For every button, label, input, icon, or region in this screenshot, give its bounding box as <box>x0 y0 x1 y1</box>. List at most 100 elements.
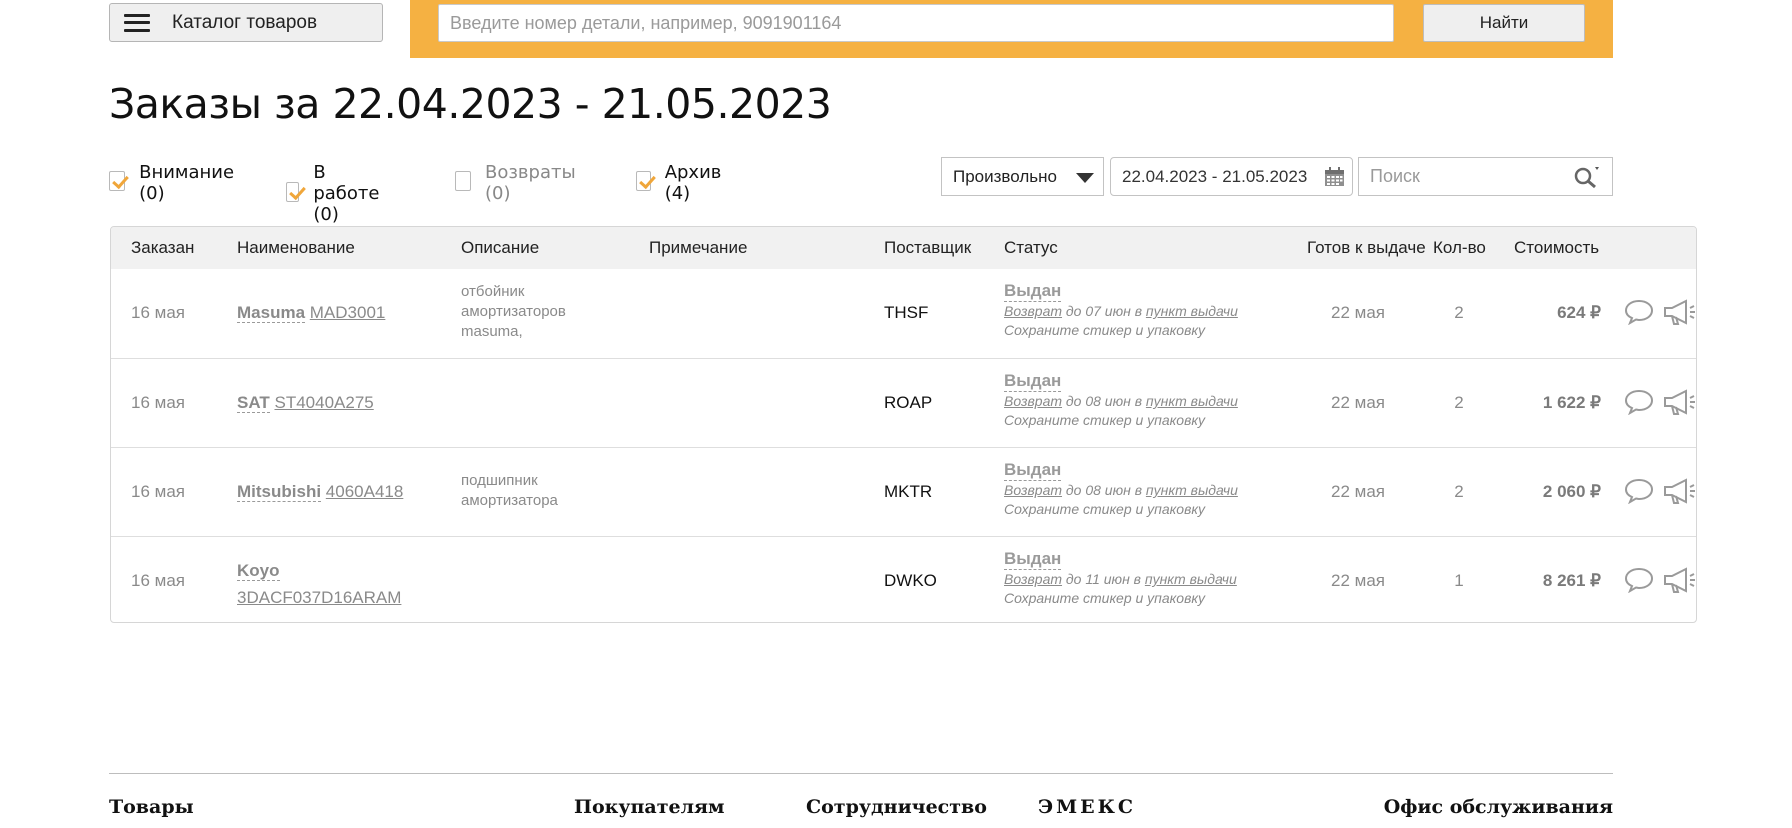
return-link[interactable]: Возврат <box>1004 482 1062 498</box>
column-price[interactable]: Стоимость <box>1514 238 1599 258</box>
filter-attention-label: Внимание (0) <box>139 162 235 204</box>
filter-in-work-checkbox[interactable] <box>286 181 300 202</box>
column-ordered[interactable]: Заказан <box>131 238 194 258</box>
sticker-note: Сохраните стикер и упаковку <box>1004 322 1205 338</box>
filter-archive[interactable]: Архив (4) <box>636 162 727 204</box>
chat-bubble-icon[interactable] <box>1624 567 1654 593</box>
sticker-note: Сохраните стикер и упаковку <box>1004 412 1205 428</box>
filter-in-work-label: В работе (0) <box>313 162 380 225</box>
item-description: отбойник амортизаторов masuma, <box>461 282 601 342</box>
filter-attention-checkbox[interactable] <box>109 171 126 191</box>
item-description: подшипник амортизатора <box>461 471 601 511</box>
filter-returns-label: Возвраты (0) <box>484 162 576 204</box>
find-button[interactable]: Найти <box>1423 4 1585 42</box>
price: 8 261 ₽ <box>1542 571 1601 590</box>
quantity: 2 <box>1454 482 1464 501</box>
catalog-button[interactable]: Каталог товаров <box>109 3 383 42</box>
ready-date: 22 мая <box>1331 393 1385 412</box>
filter-returns[interactable]: Возвраты (0) <box>455 162 580 204</box>
pickup-point-link[interactable]: пункт выдачи <box>1146 482 1238 498</box>
megaphone-icon[interactable] <box>1662 298 1696 326</box>
footer-goods[interactable]: Товары <box>109 796 194 818</box>
item-name: SAT ST4040A275 <box>237 393 374 413</box>
column-note[interactable]: Примечание <box>649 238 747 258</box>
catalog-button-label: Каталог товаров <box>172 11 318 33</box>
supplier: MKTR <box>884 482 933 501</box>
footer-service-office[interactable]: Офис обслуживания <box>1384 796 1613 818</box>
chat-bubble-icon[interactable] <box>1624 389 1654 415</box>
megaphone-icon[interactable] <box>1662 566 1696 594</box>
page-title: Заказы за 22.04.2023 - 21.05.2023 <box>109 80 832 128</box>
column-ready[interactable]: Готов к выдаче <box>1307 238 1426 258</box>
return-info: Возврат до 08 июн в пункт выдачи <box>1004 481 1238 500</box>
chat-bubble-icon[interactable] <box>1624 478 1654 504</box>
chat-bubble-icon[interactable] <box>1624 299 1654 325</box>
return-link[interactable]: Возврат <box>1004 393 1062 409</box>
part-code-link[interactable]: 3DACF037D16ARAM <box>237 588 401 607</box>
table-row: 16 мая Koyo 3DACF037D16ARAM DWKO Выдан В… <box>111 536 1696 622</box>
part-code-link[interactable]: 4060A418 <box>326 482 404 501</box>
table-row: 16 мая Mitsubishi 4060A418 подшипник амо… <box>111 447 1696 536</box>
status-link[interactable]: Выдан <box>1004 281 1062 302</box>
order-search-box <box>1358 157 1613 196</box>
ordered-date: 16 мая <box>131 482 185 501</box>
supplier: DWKO <box>884 571 937 590</box>
status-link[interactable]: Выдан <box>1004 460 1062 481</box>
return-deadline: до 11 июн в <box>1065 571 1141 587</box>
description-line: амортизатора <box>461 492 558 509</box>
price: 2 060 ₽ <box>1542 482 1601 501</box>
return-link[interactable]: Возврат <box>1004 571 1062 587</box>
part-number-input[interactable] <box>438 4 1394 42</box>
column-qty[interactable]: Кол-во <box>1433 238 1486 258</box>
description-line: отбойник <box>461 283 525 300</box>
return-info: Возврат до 11 июн в пункт выдачи <box>1004 570 1237 589</box>
brand-link[interactable]: SAT <box>237 393 270 413</box>
quantity: 2 <box>1454 393 1464 412</box>
column-description[interactable]: Описание <box>461 238 539 258</box>
pickup-point-link[interactable]: пункт выдачи <box>1146 393 1238 409</box>
filter-attention[interactable]: Внимание (0) <box>109 162 238 204</box>
status-block: Выдан Возврат до 11 июн в пункт выдачи С… <box>1004 549 1237 608</box>
description-line: подшипник <box>461 472 538 489</box>
pickup-point-link[interactable]: пункт выдачи <box>1146 303 1238 319</box>
sticker-note: Сохраните стикер и упаковку <box>1004 590 1205 606</box>
table-header: Заказан Наименование Описание Примечание… <box>111 227 1696 269</box>
period-select[interactable]: Произвольно <box>941 157 1104 196</box>
ordered-date: 16 мая <box>131 571 185 590</box>
brand-link[interactable]: Mitsubishi <box>237 482 322 502</box>
column-supplier[interactable]: Поставщик <box>884 238 971 258</box>
megaphone-icon[interactable] <box>1662 477 1696 505</box>
return-deadline: до 07 июн в <box>1065 303 1143 319</box>
date-range-input[interactable]: 22.04.2023 - 21.05.2023 <box>1110 157 1353 196</box>
ordered-date: 16 мая <box>131 303 185 322</box>
filter-archive-label: Архив (4) <box>664 162 722 204</box>
footer-emex[interactable]: ЭМЕКС <box>1038 796 1136 818</box>
sticker-note: Сохраните стикер и упаковку <box>1004 501 1205 517</box>
item-name: Masuma MAD3001 <box>237 303 385 323</box>
filter-returns-checkbox[interactable] <box>455 171 471 191</box>
item-name: Koyo 3DACF037D16ARAM <box>237 557 401 611</box>
calendar-icon[interactable] <box>1324 167 1345 187</box>
part-code-link[interactable]: ST4040A275 <box>274 393 373 412</box>
brand-link[interactable]: Koyo <box>237 561 280 581</box>
ready-date: 22 мая <box>1331 303 1385 322</box>
description-line: амортизаторов <box>461 303 566 320</box>
brand-link[interactable]: Masuma <box>237 303 306 323</box>
footer-partnership[interactable]: Сотрудничество <box>806 796 987 818</box>
item-name: Mitsubishi 4060A418 <box>237 482 403 502</box>
quantity: 1 <box>1454 571 1464 590</box>
filter-archive-checkbox[interactable] <box>636 171 651 191</box>
column-name[interactable]: Наименование <box>237 238 355 258</box>
pickup-point-link[interactable]: пункт выдачи <box>1145 571 1237 587</box>
status-link[interactable]: Выдан <box>1004 371 1062 392</box>
footer-buyers[interactable]: Покупателям <box>574 796 725 818</box>
status-link[interactable]: Выдан <box>1004 549 1062 570</box>
part-code-link[interactable]: MAD3001 <box>310 303 386 322</box>
filter-in-work[interactable]: В работе (0) <box>286 162 386 225</box>
column-status[interactable]: Статус <box>1004 238 1058 258</box>
megaphone-icon[interactable] <box>1662 388 1696 416</box>
magnifier-icon[interactable] <box>1574 166 1600 190</box>
return-deadline: до 08 июн в <box>1065 482 1143 498</box>
order-search-input[interactable] <box>1359 158 1559 195</box>
return-link[interactable]: Возврат <box>1004 303 1062 319</box>
